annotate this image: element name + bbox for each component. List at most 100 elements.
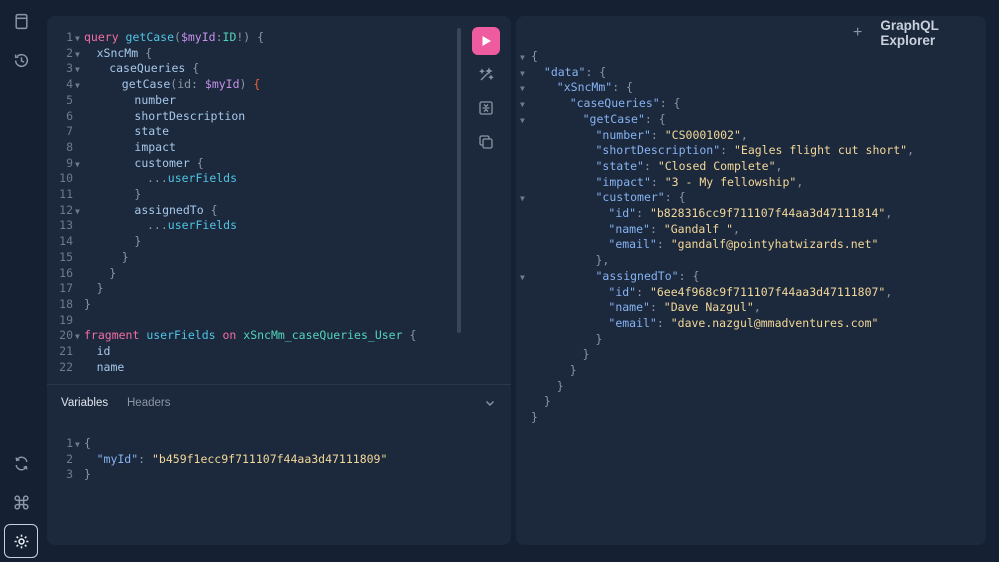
add-tab-button[interactable]: + bbox=[853, 24, 862, 42]
code-token: } bbox=[134, 187, 142, 201]
code-token: userFields bbox=[146, 328, 216, 343]
code-token: $myId bbox=[204, 77, 240, 92]
line-number: 21 bbox=[59, 344, 73, 358]
fold-toggle-icon[interactable]: ▼ bbox=[520, 194, 525, 203]
line-number: 22 bbox=[59, 359, 73, 374]
code-line: id bbox=[97, 344, 111, 360]
code-token: , bbox=[885, 284, 893, 299]
code-token: } bbox=[569, 363, 577, 377]
code-token: : bbox=[636, 284, 650, 299]
code-token: } bbox=[556, 378, 564, 393]
code-token: "6ee4f968c9f711107f44aa3d47111807" bbox=[649, 284, 886, 299]
code-line: customer { bbox=[134, 156, 203, 172]
code-token: } bbox=[96, 281, 104, 296]
line-number: 14 bbox=[59, 234, 73, 249]
line-number: 16 bbox=[59, 265, 73, 280]
merge-icon[interactable] bbox=[476, 98, 496, 118]
code-token: "id" bbox=[608, 284, 637, 299]
refetch-icon[interactable] bbox=[4, 446, 38, 480]
code-token: { bbox=[203, 202, 218, 217]
code-token: } bbox=[595, 331, 603, 346]
code-token: } bbox=[531, 410, 538, 425]
code-line: "caseQueries": { bbox=[570, 96, 681, 112]
code-token: state bbox=[134, 124, 170, 139]
code-line: "customer": { bbox=[596, 190, 686, 206]
code-line: } bbox=[134, 187, 141, 203]
code-line: "getCase": { bbox=[583, 112, 666, 128]
fold-toggle-icon[interactable]: ▼ bbox=[75, 50, 80, 59]
line-number: 3 bbox=[66, 61, 73, 76]
prettify-icon[interactable] bbox=[476, 65, 496, 85]
code-token: } bbox=[543, 394, 551, 409]
code-line: "email": "gandalf@pointyhatwizards.net" bbox=[608, 237, 878, 253]
fold-toggle-icon[interactable]: ▼ bbox=[520, 84, 525, 93]
fold-toggle-icon[interactable]: ▼ bbox=[75, 34, 80, 43]
code-line: shortDescription bbox=[134, 109, 245, 125]
history-icon[interactable] bbox=[4, 43, 38, 77]
code-token: : bbox=[636, 206, 650, 220]
code-line: "myId": "b459f1ecc9f711107f44aa3d4711180… bbox=[97, 452, 388, 468]
fold-toggle-icon[interactable]: ▼ bbox=[75, 207, 80, 216]
code-token: : bbox=[650, 127, 665, 142]
line-number: 4 bbox=[66, 77, 73, 92]
explorer-title[interactable]: GraphQL Explorer bbox=[880, 18, 986, 48]
code-token: , bbox=[885, 206, 893, 220]
code-token: "id" bbox=[608, 206, 637, 220]
fold-toggle-icon[interactable]: ▼ bbox=[75, 160, 80, 169]
code-line: } bbox=[109, 266, 116, 282]
code-token: query bbox=[84, 30, 126, 44]
fold-toggle-icon[interactable]: ▼ bbox=[75, 440, 80, 449]
fold-toggle-icon[interactable]: ▼ bbox=[75, 65, 80, 74]
code-token: "impact" bbox=[595, 174, 651, 189]
code-token: : bbox=[215, 30, 223, 44]
code-token: : bbox=[650, 174, 665, 189]
fold-toggle-icon[interactable]: ▼ bbox=[520, 100, 525, 109]
fold-toggle-icon[interactable]: ▼ bbox=[520, 273, 525, 282]
code-token: { bbox=[402, 328, 417, 343]
fold-toggle-icon[interactable]: ▼ bbox=[75, 81, 80, 90]
code-line: ...userFields bbox=[147, 218, 237, 234]
code-token: : { bbox=[664, 190, 686, 205]
code-token: "state" bbox=[595, 158, 644, 173]
editor-scrollbar[interactable] bbox=[457, 28, 461, 333]
fold-toggle-icon[interactable]: ▼ bbox=[520, 116, 525, 125]
code-line: "impact": "3 - My fellowship", bbox=[596, 175, 804, 191]
code-line: state bbox=[134, 124, 169, 140]
shortcuts-icon[interactable] bbox=[4, 485, 38, 519]
docs-icon[interactable] bbox=[4, 4, 38, 38]
code-line: } bbox=[531, 410, 538, 426]
code-token: ... bbox=[147, 218, 168, 233]
code-line: "assignedTo": { bbox=[596, 269, 700, 285]
copy-icon[interactable] bbox=[476, 132, 496, 152]
code-line: } bbox=[134, 234, 141, 250]
code-token: , bbox=[733, 221, 740, 236]
code-line: "id": "b828316cc9f711107f44aa3d47111814"… bbox=[608, 206, 892, 222]
code-token: "data" bbox=[543, 64, 586, 79]
code-line: } bbox=[557, 379, 564, 395]
tab-headers[interactable]: Headers bbox=[127, 397, 170, 409]
fold-toggle-icon[interactable]: ▼ bbox=[75, 332, 80, 341]
code-token: : bbox=[649, 300, 664, 315]
tab-variables[interactable]: Variables bbox=[61, 397, 108, 409]
fold-toggle-icon[interactable]: ▼ bbox=[520, 69, 525, 78]
code-line: assignedTo { bbox=[134, 203, 217, 219]
code-line: "number": "CS0001002", bbox=[596, 128, 748, 144]
line-number: 12 bbox=[59, 202, 73, 217]
code-token: : bbox=[643, 158, 658, 173]
code-token: ( bbox=[174, 30, 181, 44]
settings-icon[interactable] bbox=[4, 524, 38, 558]
code-token: customer bbox=[134, 155, 190, 170]
code-line: ...userFields bbox=[147, 171, 237, 187]
code-token: "xSncMm" bbox=[556, 80, 613, 95]
code-line: caseQueries { bbox=[109, 61, 199, 77]
chevron-down-icon[interactable] bbox=[483, 396, 497, 410]
code-token: "name" bbox=[608, 300, 650, 315]
code-token: "number" bbox=[595, 127, 651, 142]
code-token: caseQueries bbox=[109, 61, 186, 76]
code-token: assignedTo bbox=[134, 202, 204, 217]
fold-toggle-icon[interactable]: ▼ bbox=[520, 53, 525, 62]
code-token: userFields bbox=[167, 171, 238, 186]
run-button[interactable] bbox=[472, 27, 500, 55]
code-token: ) bbox=[239, 77, 254, 92]
code-token: impact bbox=[134, 139, 176, 154]
